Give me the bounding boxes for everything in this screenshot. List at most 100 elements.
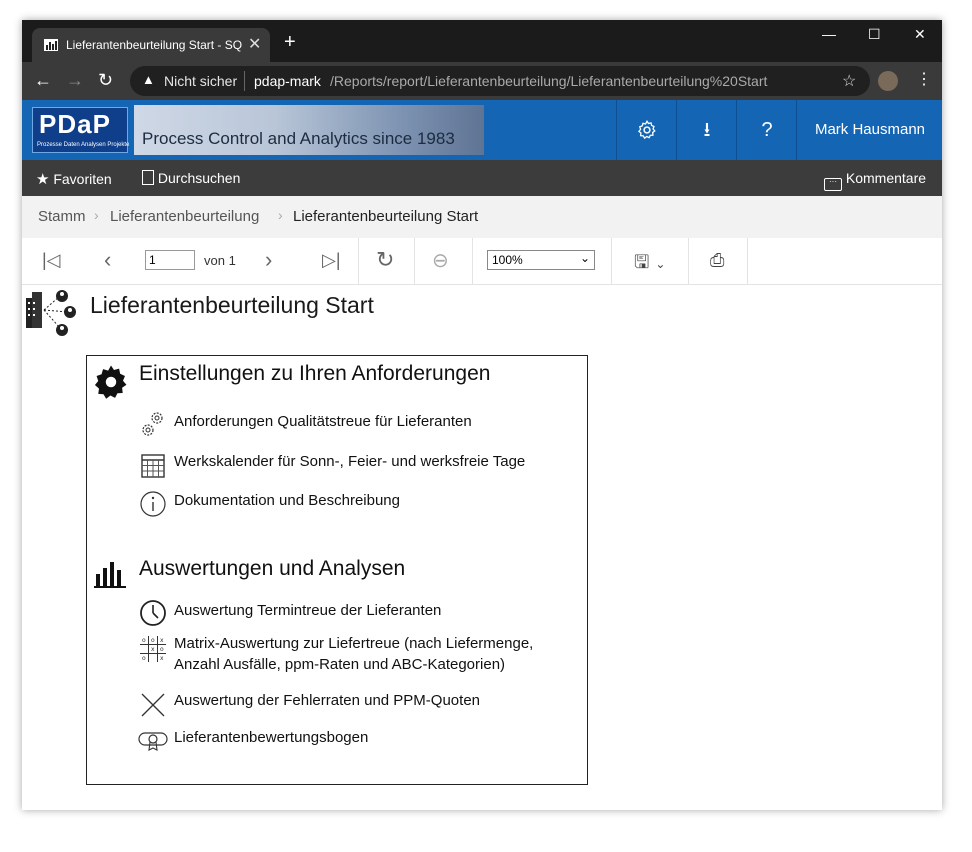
- calendar-icon: [141, 454, 165, 478]
- page-number-input[interactable]: [145, 250, 195, 270]
- link-error-rates[interactable]: Auswertung der Fehlerraten und PPM-Quote…: [174, 690, 480, 711]
- toolbar-divider: [611, 238, 612, 284]
- star-icon: ★: [36, 171, 50, 188]
- toolbar-divider: [414, 238, 415, 284]
- link-supplier-evaluation-sheet[interactable]: Lieferantenbewertungsbogen: [174, 727, 368, 748]
- app-header: PDaP Prozesse Daten Analysen Projekte Pr…: [22, 100, 942, 160]
- report-viewer-toolbar: |◁ ‹ von 1 › ▷| ↻ ⊖ 100% ⌄ 🖫⌄ ⎙: [22, 238, 942, 285]
- zoom-value: 100%: [492, 253, 523, 267]
- svg-text:o: o: [142, 637, 146, 644]
- last-page-icon[interactable]: ▷|: [322, 250, 341, 271]
- comments-button[interactable]: ··· Kommentare: [824, 170, 926, 191]
- report-title: Lieferantenbeurteilung Start: [90, 292, 374, 318]
- title-bar: Lieferantenbeurteilung Start - SQ ✕ + — …: [22, 20, 942, 62]
- forward-icon[interactable]: →: [66, 70, 84, 91]
- url-path: /Reports/report/Lieferantenbeurteilung/L…: [330, 73, 768, 89]
- logo-text: PDaP: [39, 109, 111, 139]
- browse-button[interactable]: Durchsuchen: [142, 170, 240, 186]
- back-to-parent-icon[interactable]: ⊖: [432, 248, 449, 273]
- toolbar-divider: [472, 238, 473, 284]
- not-secure-label[interactable]: Nicht sicher: [164, 73, 237, 89]
- banner-text: Process Control and Analytics since 1983: [142, 129, 455, 148]
- favorites-label: Favoriten: [53, 171, 112, 187]
- info-icon: [140, 491, 166, 517]
- breadcrumb-chevron-icon: ›: [94, 207, 99, 223]
- back-icon[interactable]: ←: [34, 70, 52, 91]
- supplier-network-icon: [26, 290, 76, 336]
- gears-icon: [142, 412, 163, 436]
- chevron-down-icon: ⌄: [579, 251, 590, 265]
- breadcrumb-current: Lieferantenbeurteilung Start: [293, 208, 479, 225]
- comments-label: Kommentare: [845, 170, 927, 186]
- logo-subtext: Prozesse Daten Analysen Projekte: [37, 142, 130, 148]
- new-tab-icon[interactable]: +: [284, 32, 296, 52]
- warning-icon[interactable]: ▲: [142, 72, 155, 87]
- download-button[interactable]: ⭳: [676, 100, 737, 160]
- gear-icon: [638, 120, 656, 140]
- save-export-icon[interactable]: 🖫 ⌄: [634, 250, 665, 280]
- clock-icon: [140, 600, 166, 626]
- document-icon: [142, 170, 154, 185]
- download-icon: ⭳: [703, 119, 711, 141]
- analysis-heading: Auswertungen und Analysen: [139, 557, 406, 580]
- user-menu[interactable]: Mark Hausmann: [796, 100, 942, 160]
- browse-label: Durchsuchen: [157, 170, 241, 186]
- cross-icon: [141, 693, 165, 717]
- help-button[interactable]: ?: [736, 100, 797, 160]
- breadcrumb-chevron-icon: ›: [278, 207, 283, 223]
- breadcrumb-folder[interactable]: Lieferantenbeurteilung: [110, 208, 259, 225]
- breadcrumb-home[interactable]: Stamm: [38, 208, 86, 225]
- browser-menu-icon[interactable]: ⋮: [916, 69, 932, 89]
- browser-window: Lieferantenbeurteilung Start - SQ ✕ + — …: [22, 20, 942, 810]
- minimize-icon[interactable]: —: [822, 26, 836, 42]
- comment-icon: ···: [824, 178, 842, 191]
- toolbar-divider: [358, 238, 359, 284]
- bar-chart-icon: [94, 562, 126, 588]
- tab-close-icon[interactable]: ✕: [248, 34, 261, 54]
- main-toolbar: ★ Favoriten Durchsuchen ··· Kommentare: [22, 160, 942, 196]
- url-field[interactable]: ▲ Nicht sicher pdap-mark /Reports/report…: [130, 66, 870, 96]
- profile-avatar[interactable]: [878, 71, 898, 91]
- svg-text:o: o: [160, 646, 164, 653]
- first-page-icon[interactable]: |◁: [42, 250, 61, 271]
- report-favicon-icon: [44, 39, 58, 51]
- link-documentation[interactable]: Dokumentation und Beschreibung: [174, 490, 400, 511]
- bookmark-star-icon[interactable]: ☆: [842, 71, 856, 91]
- favorites-button[interactable]: ★ Favoriten: [36, 170, 112, 188]
- tab-title: Lieferantenbeurteilung Start - SQ: [66, 38, 243, 52]
- browser-tab[interactable]: Lieferantenbeurteilung Start - SQ ✕: [32, 28, 270, 62]
- url-host: pdap-mark: [254, 73, 321, 89]
- page-count-label: von 1: [204, 253, 236, 268]
- previous-page-icon[interactable]: ‹: [104, 247, 111, 273]
- link-delivery-punctuality[interactable]: Auswertung Termintreue der Lieferanten: [174, 600, 441, 621]
- tic-tac-toe-matrix-icon: o o x x o o x: [140, 636, 166, 662]
- refresh-icon[interactable]: ↻: [376, 247, 394, 273]
- reload-icon[interactable]: ↻: [98, 70, 113, 91]
- link-quality-requirements[interactable]: Anforderungen Qualitätstreue für Liefera…: [174, 411, 472, 432]
- svg-text:x: x: [160, 655, 164, 662]
- certificate-icon: [138, 732, 168, 751]
- svg-text:x: x: [160, 637, 164, 644]
- maximize-icon[interactable]: ☐: [868, 26, 881, 43]
- toolbar-divider: [688, 238, 689, 284]
- close-window-icon[interactable]: ✕: [914, 26, 926, 43]
- breadcrumb: Stamm › Lieferantenbeurteilung › Liefera…: [22, 196, 942, 239]
- toolbar-divider: [747, 238, 748, 284]
- gear-icon: [94, 365, 127, 399]
- address-bar: ← → ↻ ▲ Nicht sicher pdap-mark /Reports/…: [22, 62, 942, 100]
- svg-text:o: o: [151, 637, 155, 644]
- print-icon[interactable]: ⎙: [710, 250, 724, 271]
- svg-text:x: x: [151, 646, 155, 653]
- header-banner: Process Control and Analytics since 1983: [134, 105, 484, 155]
- link-matrix-analysis[interactable]: Matrix-Auswertung zur Liefertreue (nach …: [174, 633, 574, 675]
- zoom-select[interactable]: 100% ⌄: [487, 250, 595, 270]
- settings-heading: Einstellungen zu Ihren Anforderungen: [139, 362, 491, 385]
- svg-text:o: o: [142, 655, 146, 662]
- help-icon: ?: [761, 119, 773, 141]
- settings-button[interactable]: [616, 100, 677, 160]
- url-separator: [244, 71, 245, 91]
- link-work-calendar[interactable]: Werkskalender für Sonn-, Feier- und werk…: [174, 451, 525, 472]
- next-page-icon[interactable]: ›: [265, 247, 272, 273]
- company-logo[interactable]: PDaP Prozesse Daten Analysen Projekte: [32, 107, 130, 153]
- report-menu-panel: Einstellungen zu Ihren Anforderungen Anf…: [86, 355, 588, 785]
